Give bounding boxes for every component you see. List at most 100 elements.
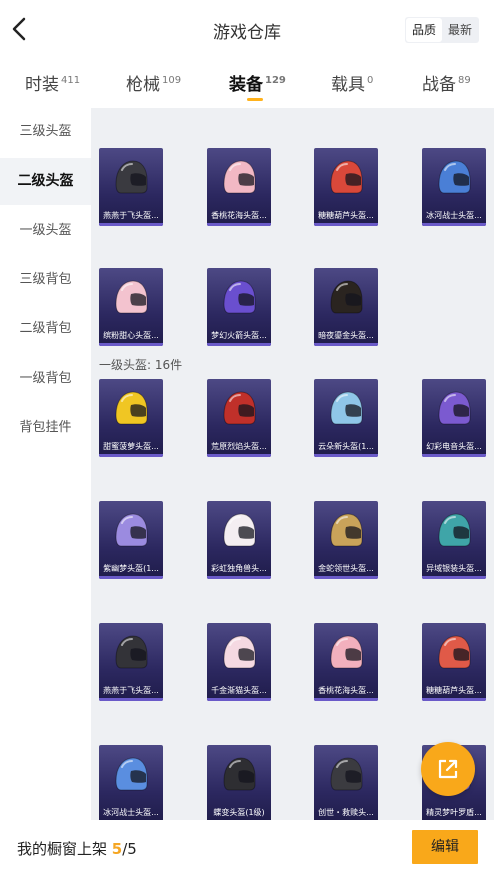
item-name: 甜蜜菠萝头盔... [103, 442, 159, 451]
showcase-total: /5 [122, 840, 137, 858]
item-card[interactable]: 创世・救赎头... [314, 745, 378, 820]
card-accent-bar [314, 223, 378, 226]
card-accent-bar [314, 698, 378, 701]
item-name: 精灵梦叶罗盾... [426, 808, 482, 817]
helmet-icon [223, 160, 256, 194]
item-grid: 一级头盔: 16件 燕燕于飞头盔... 香桃花海头盔... 糖糖葫芦头盔... 冰河战… [91, 108, 494, 820]
item-name: 蝶变头盔(1级) [213, 808, 265, 817]
sidebar-item-level1-helmet[interactable]: 一级头盔 [0, 207, 91, 254]
tab-count: 0 [367, 75, 374, 87]
sidebar-item-level2-helmet[interactable]: 二级头盔 [0, 158, 91, 205]
card-accent-bar [422, 698, 486, 701]
item-card[interactable]: 异域银装头盔... [422, 501, 486, 579]
item-card[interactable]: 冰河战士头盔... [99, 745, 163, 820]
item-card[interactable]: 燕燕于飞头盔... [99, 623, 163, 701]
tab-battle-gear[interactable]: 战备 89 [422, 70, 471, 95]
helmet-icon [115, 391, 148, 425]
helmet-icon [223, 280, 256, 314]
tab-count: 89 [458, 75, 471, 87]
item-card[interactable]: 蝶变头盔(1级) [207, 745, 271, 820]
tab-label: 枪械 [126, 75, 160, 95]
item-name: 糖糖葫芦头盔... [426, 686, 482, 695]
item-name: 燕燕于飞头盔... [103, 686, 159, 695]
item-card[interactable]: 彩虹独角兽头... [207, 501, 271, 579]
card-accent-bar [207, 576, 271, 579]
item-card[interactable]: 梦幻火箭头盔... [207, 268, 271, 346]
card-accent-bar [422, 454, 486, 457]
item-card[interactable]: 云朵新头盔(1... [314, 379, 378, 457]
helmet-icon [330, 635, 363, 669]
tab-equipment[interactable]: 装备 129 [229, 70, 286, 101]
active-tab-underline [247, 98, 263, 101]
helmet-icon [438, 513, 471, 547]
item-card[interactable]: 香桃花海头盔... [314, 623, 378, 701]
card-accent-bar [99, 454, 163, 457]
helmet-icon [330, 757, 363, 791]
helmet-icon [330, 280, 363, 314]
item-name: 金蛇领世头盔... [318, 564, 374, 573]
helmet-icon [438, 391, 471, 425]
showcase-current: 5 [111, 840, 123, 858]
tab-label: 战备 [422, 75, 456, 95]
item-name: 创世・救赎头... [318, 808, 374, 817]
showcase-label: 我的橱窗上架 [17, 840, 112, 858]
tab-fashion[interactable]: 时装 411 [25, 70, 80, 95]
header: 游戏仓库 品质 最新 [0, 0, 494, 58]
tab-count: 109 [162, 75, 182, 87]
card-accent-bar [207, 698, 271, 701]
card-accent-bar [99, 576, 163, 579]
sort-latest-button[interactable]: 最新 [442, 18, 478, 42]
item-card[interactable]: 甜蜜菠萝头盔... [99, 379, 163, 457]
helmet-icon [115, 160, 148, 194]
item-card[interactable]: 糖糖葫芦头盔... [422, 623, 486, 701]
tab-vehicles[interactable]: 载具 0 [331, 70, 373, 95]
card-accent-bar [207, 223, 271, 226]
helmet-icon [330, 391, 363, 425]
sidebar-item-level1-backpack[interactable]: 一级背包 [0, 355, 91, 402]
sidebar-item-level3-helmet[interactable]: 三级头盔 [0, 108, 91, 155]
helmet-icon [223, 513, 256, 547]
item-card[interactable]: 幻彩电音头盔... [422, 379, 486, 457]
item-name: 暗夜鎏金头盔... [318, 331, 374, 340]
sidebar-item-backpack-charm[interactable]: 背包挂件 [0, 404, 91, 451]
item-card[interactable]: 金蛇领世头盔... [314, 501, 378, 579]
item-card[interactable]: 紫幽梦头盔(1... [99, 501, 163, 579]
item-name: 千金渐猫头盔... [211, 686, 267, 695]
item-card[interactable]: 香桃花海头盔... [207, 148, 271, 226]
item-card[interactable]: 缤粉甜心头盔... [99, 268, 163, 346]
item-card[interactable]: 荒原烈焰头盔... [207, 379, 271, 457]
item-name: 香桃花海头盔... [211, 211, 267, 220]
card-accent-bar [314, 454, 378, 457]
card-accent-bar [99, 223, 163, 226]
helmet-icon [330, 513, 363, 547]
sidebar-item-level3-backpack[interactable]: 三级背包 [0, 256, 91, 303]
helmet-icon [115, 757, 148, 791]
item-name: 云朵新头盔(1... [318, 442, 374, 451]
item-card[interactable]: 冰河战士头盔... [422, 148, 486, 226]
tab-guns[interactable]: 枪械 109 [126, 70, 181, 95]
category-tabs: 时装 411 枪械 109 装备 129 载具 0 战备 89 [0, 60, 494, 106]
item-name: 冰河战士头盔... [103, 808, 159, 817]
share-icon [438, 759, 458, 779]
sidebar-item-level2-backpack[interactable]: 二级背包 [0, 305, 91, 352]
item-card[interactable]: 暗夜鎏金头盔... [314, 268, 378, 346]
showcase-count: 我的橱窗上架 5/5 [17, 838, 137, 859]
item-card[interactable]: 千金渐猫头盔... [207, 623, 271, 701]
tab-label: 装备 [229, 75, 263, 95]
card-accent-bar [422, 223, 486, 226]
item-name: 梦幻火箭头盔... [211, 331, 267, 340]
item-name: 彩虹独角兽头... [211, 564, 267, 573]
sort-quality-button[interactable]: 品质 [406, 18, 443, 42]
helmet-icon [223, 391, 256, 425]
item-card[interactable]: 糖糖葫芦头盔... [314, 148, 378, 226]
card-accent-bar [314, 576, 378, 579]
share-button[interactable] [421, 742, 475, 796]
item-name: 幻彩电音头盔... [426, 442, 482, 451]
item-card[interactable]: 燕燕于飞头盔... [99, 148, 163, 226]
edit-button[interactable]: 编辑 [412, 830, 478, 864]
item-name: 缤粉甜心头盔... [103, 331, 159, 340]
section-label: 一级头盔: 16件 [99, 358, 183, 372]
helmet-icon [438, 160, 471, 194]
tab-count: 129 [265, 75, 286, 87]
item-name: 紫幽梦头盔(1... [103, 564, 159, 573]
